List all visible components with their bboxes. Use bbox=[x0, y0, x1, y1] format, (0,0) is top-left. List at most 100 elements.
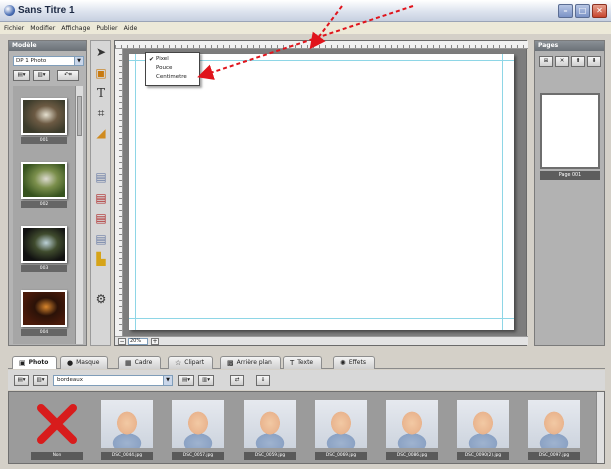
page-canvas[interactable] bbox=[129, 54, 514, 330]
model-label: 001 bbox=[21, 137, 67, 144]
unit-item-centimetre[interactable]: Centimetre bbox=[146, 73, 199, 82]
model-label: 004 bbox=[21, 329, 67, 336]
horizontal-ruler[interactable] bbox=[115, 41, 528, 49]
model-card[interactable]: 002 bbox=[21, 162, 67, 212]
zoom-out-button[interactable]: − bbox=[118, 338, 126, 345]
menu-modifier[interactable]: Modifier bbox=[30, 25, 55, 32]
guide-line bbox=[135, 54, 136, 330]
clipart-icon: ☆ bbox=[175, 359, 182, 367]
unit-item-pixel[interactable]: ✔ Pixel bbox=[146, 55, 199, 64]
chevron-down-icon[interactable]: ▼ bbox=[74, 57, 83, 65]
model-view-button[interactable]: ▤▾ bbox=[13, 70, 30, 81]
tab-effets[interactable]: ✺ Effets bbox=[333, 356, 375, 369]
tab-masque[interactable]: ● Masque bbox=[60, 356, 109, 369]
toolbox: ➤ ▣ T ⌗ ◢ ▤ ▤ ▤ ▤ ▙ ⚙ bbox=[90, 40, 111, 346]
tab-clipart[interactable]: ☆ Clipart bbox=[168, 356, 214, 369]
photo-card[interactable]: DSC_0044.jpg bbox=[101, 400, 153, 462]
photo-label: DSC_0044.jpg bbox=[101, 452, 153, 460]
photo-card[interactable]: DSC_0057.jpg bbox=[172, 400, 224, 462]
tab-photo[interactable]: ▣ Photo bbox=[12, 356, 58, 369]
photo-label: DSC_0059.jpg bbox=[244, 452, 296, 460]
text-tool-icon[interactable]: T bbox=[93, 85, 109, 101]
background-icon: ▩ bbox=[227, 359, 234, 367]
model-grid-button[interactable]: ↶⌗ bbox=[57, 70, 79, 81]
tab-cadre[interactable]: ▦ Cadre bbox=[118, 356, 162, 369]
chevron-down-icon[interactable]: ▼ bbox=[163, 376, 172, 385]
tab-arriere-plan[interactable]: ▩ Arrière plan bbox=[220, 356, 281, 369]
model-card[interactable]: 003 bbox=[21, 226, 67, 276]
folder-open-button[interactable]: ▥▾ bbox=[198, 375, 214, 386]
crop-icon[interactable]: ⌗ bbox=[93, 105, 109, 121]
photo-card[interactable]: DSC_0097.jpg bbox=[528, 400, 580, 462]
menu-affichage[interactable]: Affichage bbox=[61, 25, 90, 32]
add-page-button[interactable]: ⊞ bbox=[539, 56, 553, 67]
page-thumbnail[interactable]: Page 001 bbox=[540, 93, 600, 183]
photo-card[interactable]: DSC_0069.jpg bbox=[315, 400, 367, 462]
menu-publier[interactable]: Publier bbox=[96, 25, 117, 32]
scrollbar-thumb[interactable] bbox=[77, 96, 82, 136]
zoom-in-button[interactable]: + bbox=[151, 338, 159, 345]
model-sort-button[interactable]: ▥▾ bbox=[33, 70, 50, 81]
tab-label: Clipart bbox=[184, 359, 205, 366]
model-card[interactable]: 001 bbox=[21, 98, 67, 148]
app-icon bbox=[4, 5, 15, 16]
menu-bar: Fichier Modifier Affichage Publier Aide bbox=[0, 22, 611, 34]
model-card[interactable]: 004 bbox=[21, 290, 67, 340]
tab-label: Photo bbox=[28, 359, 49, 366]
photo-thumbnail bbox=[244, 400, 296, 448]
photo-thumbnail bbox=[101, 400, 153, 448]
photo-strip-scrollbar[interactable] bbox=[596, 392, 604, 463]
image-tool-icon[interactable]: ▣ bbox=[93, 65, 109, 81]
model-scrollbar[interactable] bbox=[75, 86, 83, 344]
guide-line bbox=[502, 54, 503, 330]
page-preview bbox=[540, 93, 600, 169]
vertical-ruler[interactable] bbox=[115, 49, 123, 337]
refresh-icon[interactable]: ⇄ bbox=[230, 375, 244, 386]
folder-select[interactable]: bordeaux ▼ bbox=[53, 375, 173, 386]
delete-page-button[interactable]: ✕ bbox=[555, 56, 569, 67]
photo-toolbar: ▤▾ ▥▾ bordeaux ▼ ▤▾ ▥▾ ⇄ ⇓ bbox=[8, 370, 605, 390]
zoom-field[interactable]: 20% bbox=[128, 338, 148, 345]
minimize-button[interactable]: – bbox=[558, 4, 573, 18]
pointer-icon[interactable]: ➤ bbox=[93, 44, 109, 60]
maximize-button[interactable]: □ bbox=[575, 4, 590, 18]
tab-label: Cadre bbox=[134, 359, 153, 366]
import-icon[interactable]: ⇓ bbox=[256, 375, 270, 386]
tab-label: Effets bbox=[348, 359, 366, 366]
move-up-button[interactable]: ⬆ bbox=[571, 56, 585, 67]
model-panel-heading: Modèle bbox=[9, 41, 86, 51]
layer-back-icon[interactable]: ▤ bbox=[93, 231, 109, 247]
photo-card[interactable]: DSC_0086.jpg bbox=[386, 400, 438, 462]
pages-panel-heading: Pages bbox=[535, 41, 604, 51]
menu-fichier[interactable]: Fichier bbox=[4, 25, 24, 32]
photo-card[interactable]: DSC_0059.jpg bbox=[244, 400, 296, 462]
guide-line bbox=[129, 318, 514, 319]
model-select[interactable]: DP 1 Photo ▼ bbox=[13, 56, 84, 66]
ruler-icon[interactable]: ◢ bbox=[93, 125, 109, 141]
window-controls: – □ ✕ bbox=[558, 4, 607, 18]
camera-icon: ▣ bbox=[19, 359, 26, 367]
photo-thumbnail bbox=[457, 400, 509, 448]
check-icon: ✔ bbox=[149, 56, 155, 63]
tab-texte[interactable]: T Texte bbox=[283, 356, 323, 369]
view-mode-button[interactable]: ▤▾ bbox=[14, 375, 29, 386]
layer-add-icon[interactable]: ▤ bbox=[93, 190, 109, 206]
unit-item-pouce[interactable]: Pouce bbox=[146, 64, 199, 73]
menu-aide[interactable]: Aide bbox=[124, 25, 138, 32]
tab-label: Arrière plan bbox=[236, 359, 272, 366]
photo-card-none[interactable]: Non bbox=[31, 400, 83, 462]
layer-remove-icon[interactable]: ▤ bbox=[93, 210, 109, 226]
unit-label: Pixel bbox=[156, 56, 169, 62]
layer-front-icon[interactable]: ▤ bbox=[93, 169, 109, 185]
photo-thumbnail bbox=[315, 400, 367, 448]
photo-thumbnail bbox=[386, 400, 438, 448]
folder-nav-button[interactable]: ▤▾ bbox=[178, 375, 194, 386]
model-label: 002 bbox=[21, 201, 67, 208]
sort-button[interactable]: ▥▾ bbox=[33, 375, 48, 386]
color-fill-icon[interactable]: ▙ bbox=[93, 251, 109, 267]
close-button[interactable]: ✕ bbox=[592, 4, 607, 18]
frame-icon: ▦ bbox=[125, 359, 132, 367]
photo-card[interactable]: DSC_0090(2).jpg bbox=[457, 400, 509, 462]
move-down-button[interactable]: ⬇ bbox=[587, 56, 601, 67]
settings-icon[interactable]: ⚙ bbox=[93, 291, 109, 307]
